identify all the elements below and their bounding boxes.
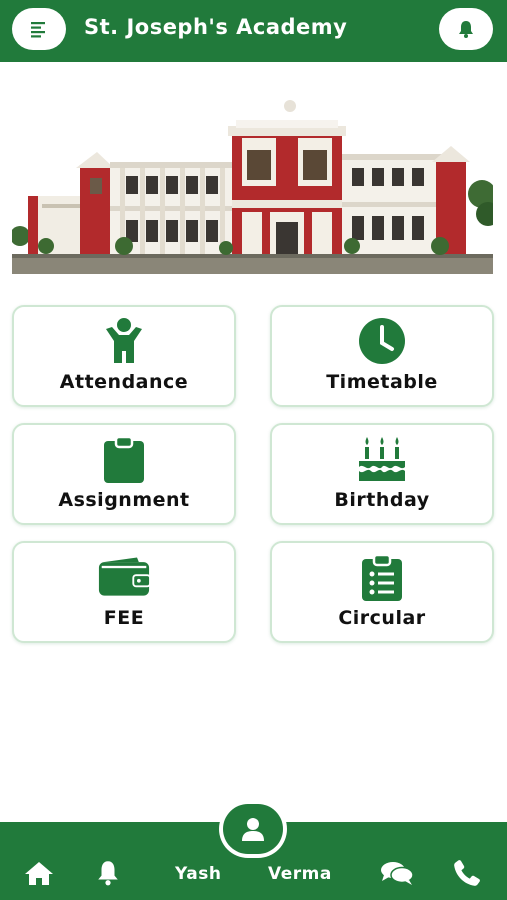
phone-icon [454,860,480,886]
bell-icon [459,21,473,38]
person-icon [98,317,150,365]
home-icon [25,862,53,885]
menu-icon [31,22,45,38]
call-button[interactable] [450,858,484,888]
header-bar: St. Joseph's Academy [0,0,507,62]
tile-assignment[interactable]: Assignment [12,423,236,525]
tile-timetable[interactable]: Timetable [270,305,494,407]
tile-label: Birthday [334,489,430,511]
user-first-name: Yash [175,864,222,884]
chat-button[interactable] [380,858,414,888]
clock-icon [356,317,408,365]
user-last-name: Verma [268,864,332,884]
clipboard-icon [98,435,150,483]
tile-fee[interactable]: FEE [12,541,236,643]
tile-circular[interactable]: Circular [270,541,494,643]
home-button[interactable] [22,858,56,888]
user-icon [242,818,264,841]
app-title: St. Joseph's Academy [84,15,348,39]
tile-label: FEE [103,607,145,629]
app: St. Joseph's Academy Attendance Timetabl… [0,0,507,900]
list-clipboard-icon [356,553,408,601]
tile-label: Attendance [59,371,189,393]
chat-icon [381,862,414,885]
alerts-button[interactable] [91,858,125,888]
menu-button[interactable] [12,8,66,50]
birthday-cake-icon [356,435,408,483]
tile-label: Circular [338,607,426,629]
tile-label: Assignment [58,489,190,511]
tile-birthday[interactable]: Birthday [270,423,494,525]
bell-icon [98,861,118,886]
tile-attendance[interactable]: Attendance [12,305,236,407]
avatar [223,804,283,854]
tile-label: Timetable [326,371,438,393]
school-building-image [10,96,500,274]
notifications-button[interactable] [439,8,493,50]
profile-button[interactable] [219,800,287,858]
wallet-icon [98,553,150,601]
